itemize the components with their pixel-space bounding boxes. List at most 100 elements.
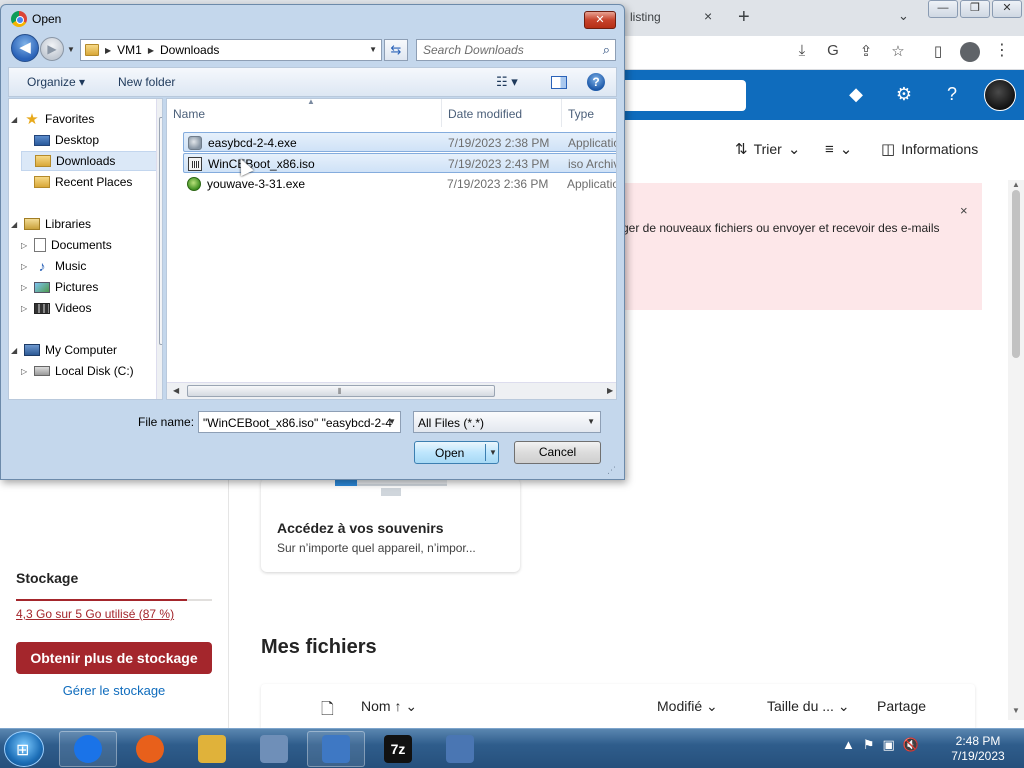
tab-search-icon[interactable]: ⌄: [898, 8, 909, 24]
browser-tab[interactable]: listing ×: [614, 0, 726, 36]
new-tab-button[interactable]: +: [738, 6, 750, 29]
expand-arrow-icon[interactable]: ▷: [21, 262, 29, 271]
taskbar-keyboard-button[interactable]: [431, 731, 489, 767]
file-list-scrollbar[interactable]: ◀ ⦀ ▶: [167, 382, 616, 399]
nav-item-local-disk-c[interactable]: ▷ Local Disk (C:): [21, 361, 134, 381]
change-view-icon[interactable]: ☷ ▾: [496, 74, 518, 90]
translate-icon[interactable]: G: [823, 42, 843, 59]
profile-avatar[interactable]: [960, 42, 980, 62]
back-button[interactable]: ◀: [11, 34, 39, 62]
chevron-down-icon[interactable]: ▼: [388, 417, 396, 426]
preview-pane-icon[interactable]: [551, 76, 567, 89]
scrollbar-thumb[interactable]: [1012, 190, 1020, 358]
taskbar-network-button[interactable]: [245, 731, 303, 767]
bookmark-star-icon[interactable]: ☆: [888, 42, 908, 60]
manage-storage-link[interactable]: Gérer le stockage: [16, 683, 212, 698]
help-icon[interactable]: ?: [587, 73, 605, 91]
clock[interactable]: 2:48 PM 7/19/2023: [938, 734, 1018, 764]
tab-close-icon[interactable]: ×: [704, 8, 712, 24]
resize-grip-icon[interactable]: ⋰: [607, 465, 616, 476]
file-type-select[interactable]: All Files (*.*) ▼: [413, 411, 601, 433]
forward-button[interactable]: ▶: [40, 37, 64, 61]
dialog-close-button[interactable]: ✕: [584, 11, 616, 29]
expand-arrow-icon[interactable]: ▷: [21, 367, 29, 376]
show-hidden-icons-icon[interactable]: ▲: [842, 737, 855, 753]
close-window-button[interactable]: ✕: [992, 0, 1022, 18]
nav-scrollbar[interactable]: ▲ ≡ ▼: [156, 99, 163, 399]
help-icon[interactable]: ?: [940, 84, 964, 105]
nav-item-pictures[interactable]: ▷ Pictures: [21, 277, 98, 297]
browser-menu-icon[interactable]: ⋮: [994, 40, 1010, 60]
scrollbar-thumb[interactable]: ≡: [159, 117, 162, 345]
share-icon[interactable]: ⇪: [856, 42, 876, 60]
nav-item-libraries[interactable]: ◢ Libraries: [11, 214, 91, 234]
breadcrumb[interactable]: ▶ VM1 ▶ Downloads ▼: [80, 39, 382, 61]
col-sharing[interactable]: Partage: [877, 698, 926, 714]
info-command[interactable]: ◫ Informations: [881, 140, 978, 158]
explorer-icon: [198, 735, 226, 763]
nav-item-desktop[interactable]: Desktop: [21, 130, 99, 150]
taskbar-explorer-button[interactable]: [183, 731, 241, 767]
install-app-icon[interactable]: ⤓: [792, 42, 812, 59]
nav-item-downloads[interactable]: Downloads: [21, 151, 159, 171]
taskbar-firefox-button[interactable]: [121, 731, 179, 767]
col-size[interactable]: Taille du ... ⌄: [767, 698, 850, 715]
expand-arrow-icon[interactable]: ◢: [11, 220, 19, 229]
file-name-input[interactable]: "WinCEBoot_x86.iso" "easybcd-2-4 ▼: [198, 411, 401, 433]
expand-arrow-icon[interactable]: ◢: [11, 346, 19, 355]
refresh-button[interactable]: ⇆: [384, 39, 408, 61]
scrollbar-thumb[interactable]: ⦀: [187, 385, 495, 397]
maximize-button[interactable]: ❐: [960, 0, 990, 18]
column-header-name[interactable]: Name ▲: [167, 99, 442, 127]
scroll-left-icon[interactable]: ◀: [173, 386, 179, 395]
nav-item-recent-places[interactable]: Recent Places: [21, 172, 132, 192]
side-panel-icon[interactable]: ▯: [928, 42, 948, 60]
new-folder-button[interactable]: New folder: [118, 75, 175, 89]
taskbar-control-panel-button[interactable]: [307, 731, 365, 767]
storage-usage-link[interactable]: 4,3 Go sur 5 Go utilisé (87 %): [16, 607, 174, 621]
action-center-flag-icon[interactable]: ⚑: [863, 737, 875, 753]
get-more-storage-button[interactable]: Obtenir plus de stockage: [16, 642, 212, 674]
scroll-down-icon[interactable]: ▼: [162, 385, 163, 394]
file-row[interactable]: easybcd-2-4.exe 7/19/2023 2:38 PM Applicat…: [183, 132, 616, 152]
minimize-button[interactable]: —: [928, 0, 958, 18]
breadcrumb-downloads[interactable]: Downloads: [160, 43, 219, 57]
expand-arrow-icon[interactable]: ◢: [11, 115, 19, 124]
expand-arrow-icon[interactable]: ▷: [21, 304, 29, 313]
recent-locations-dropdown[interactable]: ▼: [67, 45, 75, 54]
open-options-dropdown-icon[interactable]: ▼: [489, 448, 497, 457]
address-dropdown-icon[interactable]: ▼: [369, 45, 377, 54]
column-header-date[interactable]: Date modified: [442, 99, 562, 127]
memories-card[interactable]: Accédez à vos souvenirs Sur n’importe qu…: [261, 478, 520, 572]
organize-menu[interactable]: Organize ▾: [27, 75, 85, 89]
expand-arrow-icon[interactable]: ▷: [21, 241, 29, 250]
sort-command[interactable]: ⇅ Trier ⌄: [735, 140, 800, 158]
scroll-up-icon[interactable]: ▲: [162, 103, 163, 112]
breadcrumb-vm1[interactable]: VM1: [117, 43, 142, 57]
view-command[interactable]: ≡ ⌄: [825, 140, 852, 159]
expand-arrow-icon[interactable]: ▷: [21, 283, 29, 292]
start-button[interactable]: ⊞: [4, 731, 44, 767]
banner-close-icon[interactable]: ×: [960, 203, 968, 218]
taskbar-chrome-button[interactable]: [59, 731, 117, 767]
nav-item-my-computer[interactable]: ◢ My Computer: [11, 340, 117, 360]
taskbar-7zip-button[interactable]: 7z: [369, 731, 427, 767]
nav-item-favorites[interactable]: ◢ ★ Favorites: [11, 109, 94, 129]
nav-item-documents[interactable]: ▷ Documents: [21, 235, 112, 255]
col-modified[interactable]: Modifié ⌄: [657, 698, 718, 715]
col-name[interactable]: Nom ↑ ⌄: [361, 698, 417, 715]
network-icon[interactable]: ▣: [883, 737, 895, 753]
page-scrollbar[interactable]: ▲ ▼: [1008, 180, 1024, 720]
file-row[interactable]: youwave-3-31.exe 7/19/2023 2:36 PM Applica…: [183, 174, 616, 194]
search-downloads-input[interactable]: Search Downloads ⌕: [416, 39, 616, 61]
nav-item-videos[interactable]: ▷ Videos: [21, 298, 91, 318]
cancel-button[interactable]: Cancel: [514, 441, 601, 464]
settings-gear-icon[interactable]: ⚙: [892, 84, 916, 105]
open-button[interactable]: Open ▼: [414, 441, 499, 464]
volume-muted-icon[interactable]: 🔇: [903, 737, 919, 753]
premium-diamond-icon[interactable]: ◆: [844, 84, 868, 105]
scroll-right-icon[interactable]: ▶: [607, 386, 613, 395]
column-header-type[interactable]: Type: [562, 99, 616, 127]
nav-item-music[interactable]: ▷ ♪ Music: [21, 256, 86, 276]
account-avatar[interactable]: [984, 79, 1016, 111]
